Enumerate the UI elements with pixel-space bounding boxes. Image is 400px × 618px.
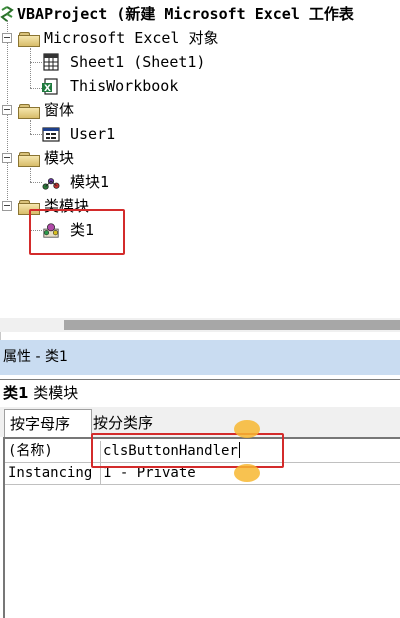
tree-connector [30, 120, 31, 134]
highlight-box [91, 433, 284, 468]
tree-connector [30, 168, 31, 182]
tree-connector [30, 88, 42, 89]
tree-connector [30, 62, 42, 63]
object-selector-combo[interactable]: 类1 类模块 [0, 379, 400, 408]
project-explorer-tree[interactable]: VBAProject (新建 Microsoft Excel 工作表 Micro… [0, 0, 400, 340]
folder-icon [18, 31, 40, 47]
scrollbar-thumb[interactable] [64, 320, 400, 330]
marker-dot [234, 420, 260, 438]
object-type: 类模块 [33, 384, 79, 402]
collapse-toggle[interactable] [2, 105, 12, 115]
properties-title-bar[interactable]: 属性 - 类1 [0, 340, 400, 375]
folder-label: 窗体 [44, 101, 75, 119]
collapse-toggle[interactable] [2, 33, 12, 43]
workbook-icon: X [42, 78, 58, 95]
userform-icon [42, 127, 60, 142]
horizontal-scrollbar[interactable] [0, 318, 400, 332]
sheet-icon [43, 53, 59, 71]
item-label: Sheet1 (Sheet1) [70, 53, 206, 71]
property-name: (名称) [8, 443, 53, 459]
item-label: ThisWorkbook [70, 77, 179, 95]
property-name: Instancing [8, 465, 93, 481]
folder-icon [18, 151, 40, 167]
item-label: User1 [70, 125, 116, 143]
tree-connector [30, 48, 31, 88]
tree-connector [30, 182, 42, 183]
collapse-toggle[interactable] [2, 201, 12, 211]
item-label: 模块1 [70, 173, 110, 191]
svg-text:X: X [44, 84, 51, 94]
object-name: 类1 [3, 384, 29, 402]
folder-label: 模块 [44, 149, 75, 167]
tree-connector [30, 134, 42, 135]
folder-label: Microsoft Excel 对象 [44, 29, 219, 47]
properties-title: 属性 - 类1 [3, 349, 68, 365]
tree-root-label: VBAProject (新建 Microsoft Excel 工作表 [17, 5, 354, 23]
tree-bottom-border [0, 332, 400, 340]
module-icon [42, 178, 60, 190]
tab-alphabetic[interactable]: 按字母序 [4, 409, 92, 438]
marker-dot [234, 464, 260, 482]
folder-icon [18, 103, 40, 119]
vba-project-icon [0, 6, 14, 22]
highlight-box [29, 209, 125, 255]
collapse-toggle[interactable] [2, 153, 12, 163]
